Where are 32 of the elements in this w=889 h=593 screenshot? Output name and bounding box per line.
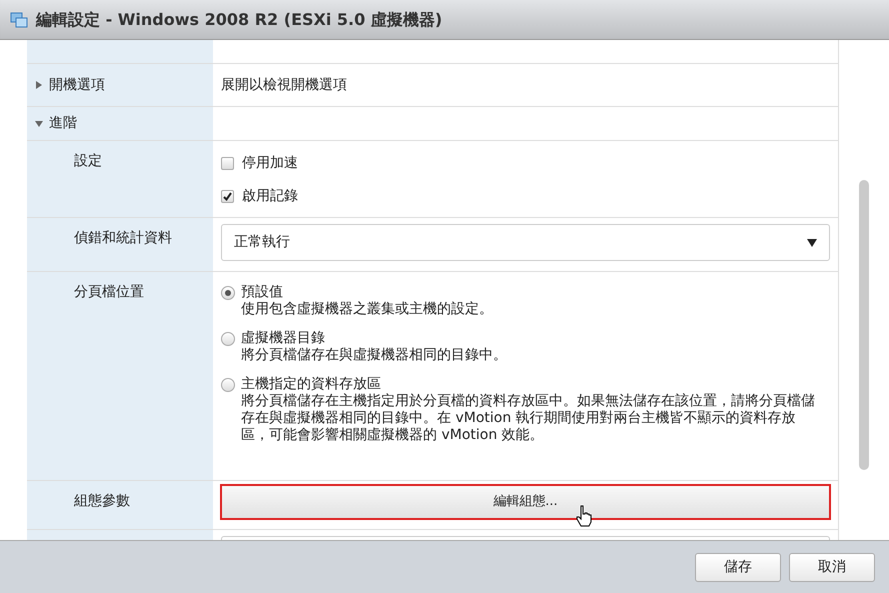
hand-cursor-icon bbox=[576, 505, 594, 527]
checkmark-icon bbox=[223, 192, 232, 201]
edit-config-button[interactable]: 編輯組態... bbox=[221, 485, 830, 519]
setting-label: 偵錯和統計資料 bbox=[74, 230, 172, 246]
radio-button[interactable] bbox=[221, 286, 235, 300]
footer-button[interactable]: 儲存 bbox=[695, 552, 781, 582]
dropdown[interactable]: 正常執行 bbox=[221, 224, 830, 261]
checkbox-label: 啟用記錄 bbox=[242, 187, 298, 206]
scrollbar-thumb[interactable] bbox=[859, 180, 869, 470]
section-toggle[interactable]: 進階 bbox=[27, 107, 213, 140]
checkbox-label: 停用加速 bbox=[242, 154, 298, 173]
setting-label: 組態參數 bbox=[74, 493, 130, 509]
checkbox[interactable] bbox=[221, 190, 234, 203]
dropdown-arrow-icon bbox=[807, 238, 817, 246]
window-title: 編輯設定 - Windows 2008 R2 (ESXi 5.0 虛擬機器) bbox=[36, 8, 442, 30]
caret-right-icon bbox=[35, 81, 43, 89]
section-toggle[interactable]: 開機選項 bbox=[27, 64, 213, 106]
section-summary: 展開以檢視開機選項 bbox=[221, 76, 347, 94]
radio-button[interactable] bbox=[221, 378, 235, 392]
option-description: 使用包含虛擬機器之叢集或主機的設定。 bbox=[241, 301, 493, 318]
checkbox[interactable] bbox=[221, 157, 234, 170]
radio-label: 虛擬機器目錄 bbox=[241, 330, 326, 347]
radio-label: 主機指定的資料存放區 bbox=[241, 376, 382, 393]
setting-label: 分頁檔位置 bbox=[74, 284, 144, 300]
radio-button[interactable] bbox=[221, 332, 235, 346]
radio-label: 預設值 bbox=[241, 284, 284, 301]
caret-down-icon bbox=[35, 120, 43, 128]
option-description: 將分頁檔儲存在主機指定用於分頁檔的資料存放區中。如果無法儲存在該位置，請將分頁檔儲存在與虛擬機器相同的目錄中。在 vMotion 執行期間使用對兩台主機皆不顯示的資料存放區，可能會影響相關虛擬機器的 vMotion 效能。 bbox=[241, 393, 816, 444]
setting-label: 設定 bbox=[74, 153, 102, 169]
option-description: 將分頁檔儲存在與虛擬機器相同的目錄中。 bbox=[241, 347, 507, 364]
footer-button[interactable]: 取消 bbox=[789, 552, 875, 582]
window-stack-icon bbox=[10, 12, 28, 28]
